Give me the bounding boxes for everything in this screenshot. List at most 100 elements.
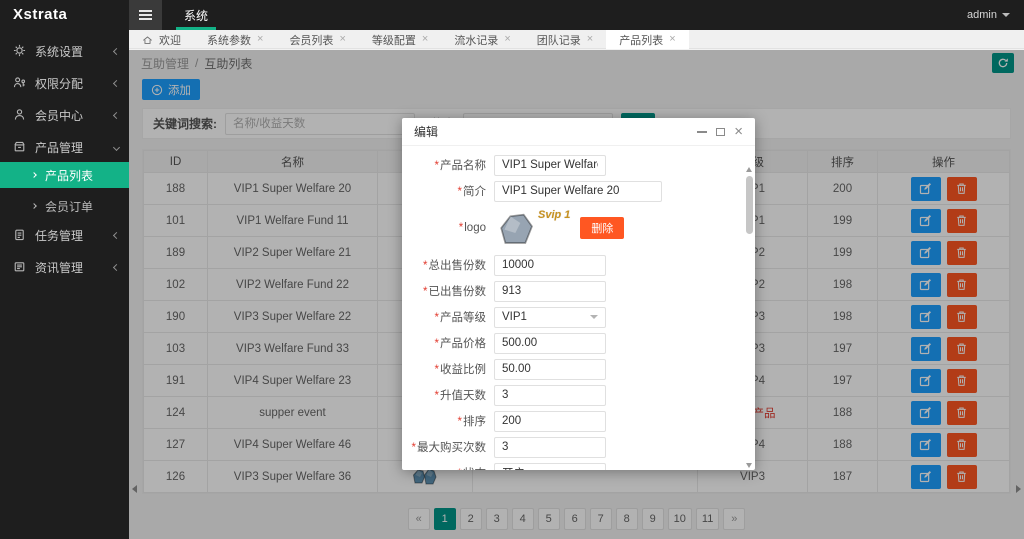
form-row: *简介 [402,181,739,201]
field-select[interactable]: VIP1 [494,307,606,328]
field-label-text: 状态 [463,468,486,470]
tab-close-icon[interactable]: × [257,34,263,45]
scrollbar-thumb[interactable] [746,176,753,234]
field-label-text: 收益比例 [440,364,486,376]
field-select[interactable]: 开启 [494,463,606,471]
chevron-down-icon [590,315,598,319]
sidebar-item[interactable]: 资讯管理 [0,256,129,278]
required-marker: * [435,364,439,376]
field-input[interactable] [494,411,606,432]
permission-icon [13,76,27,90]
tab-active[interactable]: 产品列表 × [606,30,688,49]
sidebar-subitem-label: 产品列表 [45,167,93,184]
sidebar-item-label: 产品管理 [35,139,114,156]
form-row: *总出售份数 [402,255,739,275]
chevron-left-icon [113,231,120,238]
field-label: *收益比例 [402,361,494,377]
field-input[interactable] [494,281,606,302]
field-label-text: 产品等级 [440,312,486,324]
form-row: *排序 [402,411,739,431]
edit-modal: 编辑 × *产品名称*简介*logoSvip 1删除*总出售份数*已出售份数*产… [402,118,755,470]
required-marker: * [435,390,439,402]
tab-label: 流水记录 [454,32,498,48]
sidebar-item[interactable]: 系统设置 [0,40,129,62]
required-marker: * [458,416,462,428]
tab-label: 系统参数 [207,32,251,48]
home-icon [142,35,153,45]
tab-item[interactable]: 系统参数 × [194,30,276,49]
edit-modal-body: *产品名称*简介*logoSvip 1删除*总出售份数*已出售份数*产品等级VI… [402,146,755,470]
close-icon[interactable]: × [734,124,743,139]
form-row: *logoSvip 1删除 [402,207,739,249]
sidebar-subitem[interactable]: 会员订单 [0,194,129,218]
tab-label: 团队记录 [537,32,581,48]
scroll-up-arrow-icon [746,167,752,172]
tab-close-icon[interactable]: × [422,34,428,45]
task-icon [13,228,27,242]
field-label-text: 产品价格 [440,338,486,350]
product-icon [13,140,27,154]
scroll-down-arrow-icon [746,463,752,468]
sidebar-item[interactable]: 产品管理 [0,136,129,158]
field-label: *状态 [402,465,494,470]
tab-label: 等级配置 [372,32,416,48]
sidebar-item-label: 系统设置 [35,43,114,60]
field-label-text: 产品名称 [440,160,486,172]
required-marker: * [423,260,427,272]
tab-item[interactable]: 等级配置 × [359,30,441,49]
field-label-text: 最大购买次数 [417,442,486,454]
field-label: *升值天数 [402,387,494,403]
maximize-icon[interactable] [716,128,725,136]
member-icon [13,108,27,122]
field-input[interactable] [494,255,606,276]
form-row: *产品等级VIP1 [402,307,739,327]
chevron-left-icon [113,79,120,86]
field-input[interactable] [494,333,606,354]
sidebar-item[interactable]: 权限分配 [0,72,129,94]
tab-item[interactable]: 团队记录 × [524,30,606,49]
chevron-down-icon [113,143,120,150]
chevron-left-icon [113,111,120,118]
username-label: admin [967,9,997,21]
menu-toggle-button[interactable] [129,0,162,30]
edit-modal-title: 编辑 [414,123,438,140]
edit-modal-header[interactable]: 编辑 × [402,118,755,146]
tab-item[interactable]: 欢迎 [129,30,194,49]
form-row: *产品价格 [402,333,739,353]
tab-close-icon[interactable]: × [339,34,345,45]
select-value: 开启 [502,465,525,470]
tab-close-icon[interactable]: × [669,34,675,45]
tab-close-icon[interactable]: × [587,34,593,45]
user-menu[interactable]: admin [953,0,1024,30]
tab-close-icon[interactable]: × [504,34,510,45]
field-label: *产品等级 [402,309,494,325]
app-logo: Xstrata [0,0,129,30]
field-input[interactable] [494,359,606,380]
field-input[interactable] [494,437,606,458]
chevron-left-icon [113,47,120,54]
field-input[interactable] [494,181,662,202]
sidebar-item[interactable]: 任务管理 [0,224,129,246]
field-label: *logo [402,222,494,234]
tab-item[interactable]: 会员列表× [276,30,358,49]
delete-logo-button[interactable]: 删除 [580,217,624,239]
news-icon [13,260,27,274]
field-label-text: 排序 [463,416,486,428]
field-label-text: logo [464,222,486,234]
modal-scrollbar[interactable] [745,176,754,467]
field-label: *最大购买次数 [402,439,494,455]
field-label: *产品名称 [402,157,494,173]
topnav-item-system[interactable]: 系统 [162,0,230,30]
field-label: *总出售份数 [402,257,494,273]
sidebar-subitem[interactable]: 产品列表 [0,162,129,188]
form-row: *收益比例 [402,359,739,379]
minimize-icon[interactable] [697,131,707,133]
sidebar-item[interactable]: 会员中心 [0,104,129,126]
top-header: 系统 admin [129,0,1024,30]
chevron-left-icon [113,263,120,270]
field-input[interactable] [494,155,606,176]
field-input[interactable] [494,385,606,406]
tab-item[interactable]: 流水记录 × [441,30,523,49]
tab-label: 产品列表 [619,32,663,48]
logo-preview-image [494,208,540,248]
